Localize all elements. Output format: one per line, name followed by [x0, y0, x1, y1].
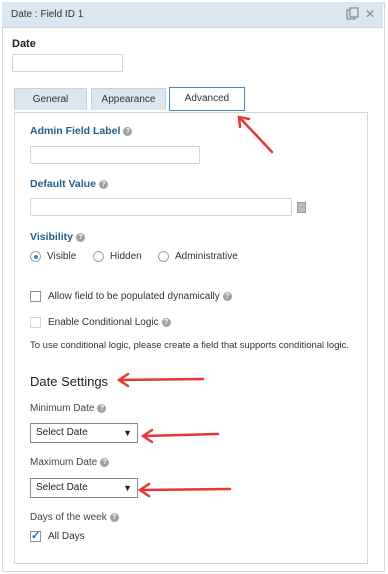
arrow-to-advanced-tab — [237, 115, 274, 154]
arrow-to-maximum-date — [137, 482, 232, 498]
annotation-arrows — [116, 115, 274, 498]
arrow-to-minimum-date — [140, 428, 220, 444]
arrow-to-date-settings — [116, 372, 205, 388]
